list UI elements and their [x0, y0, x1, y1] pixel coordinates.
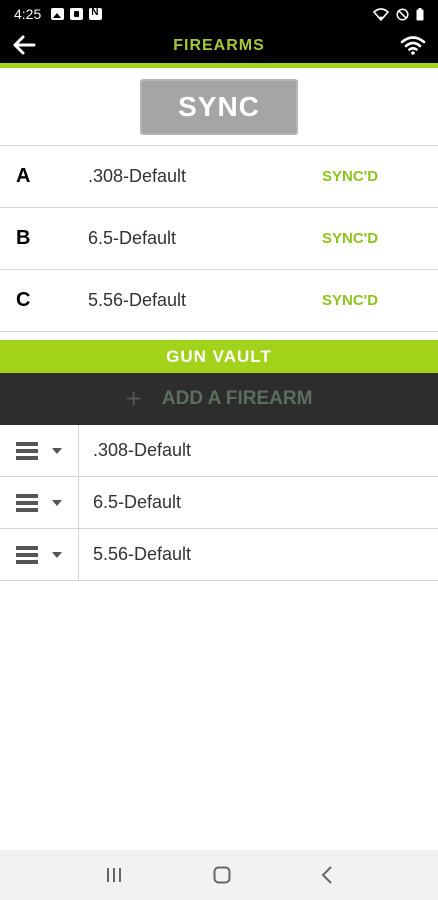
- back-arrow-icon: [13, 35, 36, 55]
- vault-item[interactable]: .308-Default: [0, 425, 438, 477]
- app-bar: FIREARMS: [0, 28, 438, 63]
- drag-menu-icon: [16, 493, 38, 512]
- slot-firearm-name: 5.56-Default: [88, 290, 187, 310]
- app-notification-icon: [70, 8, 84, 20]
- system-nav-bar: [0, 850, 438, 900]
- slot-letter: A: [16, 165, 31, 187]
- slot-sync-status: SYNC'D: [322, 168, 379, 185]
- drag-handle[interactable]: [0, 477, 79, 528]
- home-icon[interactable]: [213, 866, 231, 884]
- sync-button[interactable]: SYNC: [140, 78, 298, 135]
- wifi-icon: [400, 36, 426, 55]
- do-not-disturb-icon: [396, 7, 409, 21]
- back-nav-icon[interactable]: [321, 866, 333, 884]
- wifi-status-icon: [373, 7, 389, 21]
- slot-sync-status: SYNC'D: [322, 230, 379, 247]
- recent-apps-icon[interactable]: [105, 867, 123, 883]
- battery-icon: [416, 7, 424, 20]
- dropdown-arrow-icon: [52, 551, 62, 558]
- add-firearm-button[interactable]: + ADD A FIREARM: [0, 373, 438, 425]
- page-title: FIREARMS: [173, 36, 265, 54]
- gun-vault-header: GUN VAULT: [0, 340, 438, 373]
- slot-sync-status: SYNC'D: [322, 292, 379, 309]
- slot-row-c[interactable]: C 5.56-Default SYNC'D: [0, 270, 438, 332]
- add-firearm-label: ADD A FIREARM: [161, 388, 313, 409]
- slot-firearm-name: 6.5-Default: [88, 228, 177, 248]
- back-button[interactable]: [10, 31, 38, 59]
- vault-firearm-name: .308-Default: [93, 440, 192, 460]
- vault-item[interactable]: 6.5-Default: [0, 477, 438, 529]
- drag-handle[interactable]: [0, 425, 79, 476]
- drag-menu-icon: [16, 441, 38, 460]
- dropdown-arrow-icon: [52, 499, 62, 506]
- image-notification-icon: [51, 8, 65, 20]
- sync-section: SYNC: [0, 68, 438, 146]
- slot-row-b[interactable]: B 6.5-Default SYNC'D: [0, 208, 438, 270]
- status-time: 4:25: [14, 6, 42, 22]
- dropdown-arrow-icon: [52, 447, 62, 454]
- vault-firearm-name: 5.56-Default: [93, 544, 192, 564]
- vault-item[interactable]: 5.56-Default: [0, 529, 438, 581]
- status-bar: 4:25: [0, 0, 438, 28]
- slot-row-a[interactable]: A .308-Default SYNC'D: [0, 146, 438, 208]
- vault-firearm-name: 6.5-Default: [93, 492, 182, 512]
- slot-letter: B: [16, 227, 31, 249]
- slot-firearm-name: .308-Default: [88, 166, 187, 186]
- drag-menu-icon: [16, 545, 38, 564]
- slot-letter: C: [16, 289, 31, 311]
- nfc-notification-icon: [89, 7, 103, 20]
- wifi-connection-button[interactable]: [398, 31, 428, 59]
- plus-icon: +: [125, 383, 142, 414]
- drag-handle[interactable]: [0, 529, 79, 580]
